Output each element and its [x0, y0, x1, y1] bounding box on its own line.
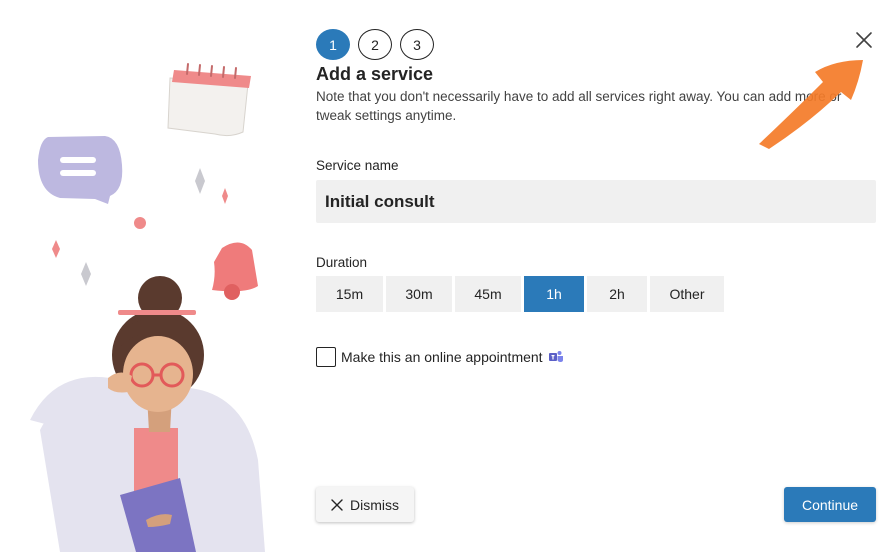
dialog-title: Add a service	[316, 64, 434, 84]
duration-label: Duration	[316, 255, 368, 270]
close-icon	[331, 498, 343, 511]
woman-figure	[30, 276, 265, 552]
service-name-label: Service name	[316, 158, 399, 173]
duration-option-30m[interactable]: 30m	[386, 276, 452, 312]
bell-icon	[212, 242, 258, 300]
sparkle-icon	[52, 240, 60, 258]
dismiss-label: Dismiss	[350, 496, 399, 513]
duration-option-2h[interactable]: 2h	[587, 276, 647, 312]
online-appointment-checkbox[interactable]	[316, 347, 336, 367]
online-appointment-label[interactable]: Make this an online appointment	[341, 349, 543, 365]
step-3[interactable]: 3	[400, 29, 434, 60]
continue-button[interactable]: Continue	[784, 487, 876, 522]
sparkle-icon	[81, 262, 91, 286]
chat-bubble-icon	[38, 136, 123, 204]
duration-options: 15m 30m 45m 1h 2h Other	[316, 276, 724, 312]
step-2[interactable]: 2	[358, 29, 392, 60]
annotation-arrow-icon	[759, 60, 863, 149]
close-icon	[856, 32, 872, 48]
step-indicator: 1 2 3	[316, 29, 434, 60]
close-button[interactable]	[850, 26, 878, 54]
duration-option-15m[interactable]: 15m	[316, 276, 383, 312]
onboarding-illustration	[30, 63, 265, 552]
step-1[interactable]: 1	[316, 29, 350, 60]
sparkle-icon	[222, 188, 228, 204]
service-name-input[interactable]	[316, 180, 876, 223]
sparkle-icon	[195, 168, 205, 194]
online-appointment-row: Make this an online appointment	[316, 347, 564, 367]
duration-option-45m[interactable]: 45m	[455, 276, 521, 312]
duration-option-other[interactable]: Other	[650, 276, 724, 312]
dot-decoration	[134, 217, 146, 229]
teams-icon	[548, 351, 563, 362]
dismiss-button[interactable]: Dismiss	[316, 487, 414, 522]
duration-option-1h[interactable]: 1h	[524, 276, 584, 312]
calendar-icon	[167, 63, 251, 137]
